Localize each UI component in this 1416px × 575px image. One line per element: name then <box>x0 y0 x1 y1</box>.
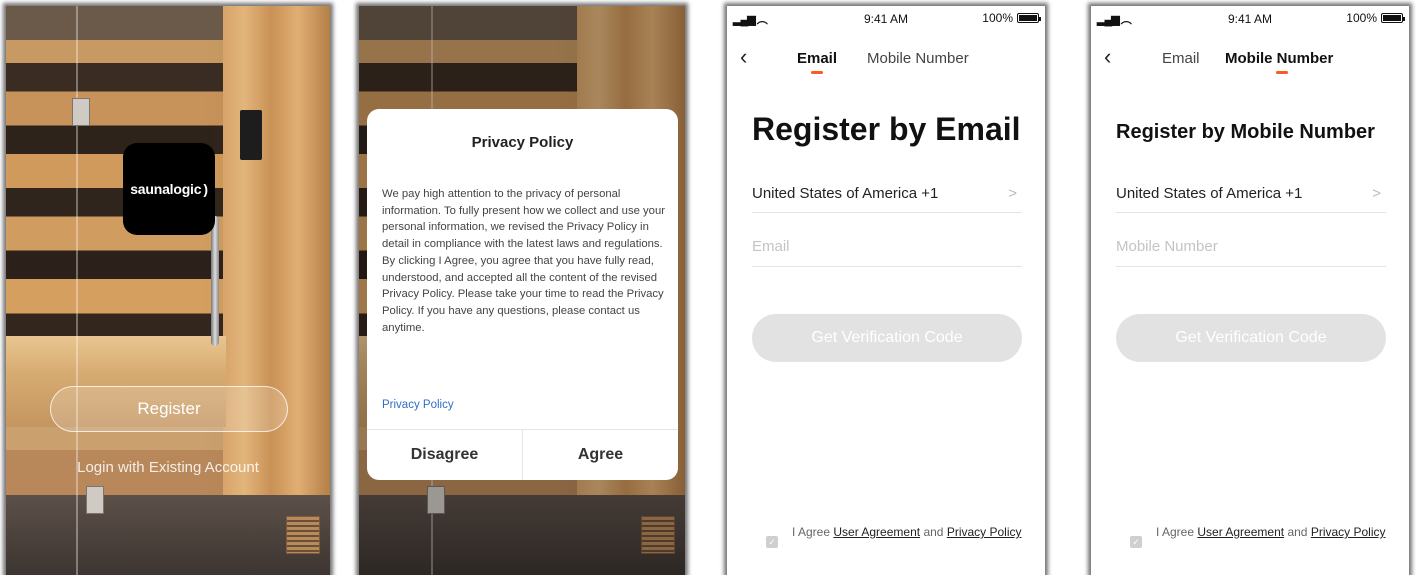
dialog-body-text: We pay high attention to the privacy of … <box>382 188 665 334</box>
user-agreement-link[interactable]: User Agreement <box>833 525 920 539</box>
get-verification-code-button[interactable]: Get Verification Code <box>752 314 1022 362</box>
privacy-policy-link[interactable]: Privacy Policy <box>947 525 1022 539</box>
back-chevron-icon[interactable]: ‹ <box>740 44 747 70</box>
user-agreement-link[interactable]: User Agreement <box>1197 525 1284 539</box>
agreement-text: I Agree User Agreement and Privacy Polic… <box>792 525 1022 539</box>
privacy-policy-dialog: Privacy Policy We pay high attention to … <box>367 109 678 480</box>
get-verification-code-button[interactable]: Get Verification Code <box>1116 314 1386 362</box>
agree-button[interactable]: Agree <box>523 430 678 480</box>
agreement-text: I Agree User Agreement and Privacy Polic… <box>1156 525 1386 539</box>
register-email-screen: ▂▄▆ ︵ 9:41 AM 100% ‹ Email Mobile Number… <box>727 6 1045 575</box>
register-button[interactable]: Register <box>50 386 288 432</box>
dialog-title: Privacy Policy <box>471 134 574 151</box>
tab-mobile-number[interactable]: Mobile Number <box>867 50 969 67</box>
status-bar: ▂▄▆ ︵ 9:41 AM 100% <box>1091 6 1409 28</box>
tab-mobile-number[interactable]: Mobile Number <box>1225 50 1333 67</box>
agree-checkbox[interactable]: ✓ <box>766 536 778 548</box>
logo-text: saunalogic) <box>130 181 208 197</box>
field-divider <box>752 212 1022 213</box>
privacy-policy-link[interactable]: Privacy Policy <box>1311 525 1386 539</box>
register-mobile-screen: ▂▄▆ ︵ 9:41 AM 100% ‹ Email Mobile Number… <box>1091 6 1409 575</box>
page-title: Register by Mobile Number <box>1116 121 1375 143</box>
chevron-right-icon: > <box>1372 185 1381 202</box>
tab-email[interactable]: Email <box>1162 50 1200 67</box>
battery-percent: 100% <box>982 11 1013 25</box>
chevron-right-icon: > <box>1008 185 1017 202</box>
country-selector[interactable]: United States of America +1 <box>752 185 938 202</box>
disagree-button[interactable]: Disagree <box>367 430 522 480</box>
login-existing-account-link[interactable]: Login with Existing Account <box>6 459 330 476</box>
agree-checkbox[interactable]: ✓ <box>1130 536 1142 548</box>
privacy-policy-link[interactable]: Privacy Policy <box>382 399 454 411</box>
back-chevron-icon[interactable]: ‹ <box>1104 44 1111 70</box>
country-selector[interactable]: United States of America +1 <box>1116 185 1302 202</box>
app-logo: saunalogic) <box>123 143 215 235</box>
page-title: Register by Email <box>752 111 1021 147</box>
field-divider <box>1116 266 1386 267</box>
privacy-screen: Privacy Policy We pay high attention to … <box>359 6 685 575</box>
battery-icon <box>1381 13 1405 23</box>
mobile-number-input[interactable]: Mobile Number <box>1116 238 1218 255</box>
battery-icon <box>1017 13 1041 23</box>
sauna-background-image <box>6 6 330 575</box>
login-screen: saunalogic) Register Login with Existing… <box>6 6 330 575</box>
active-tab-indicator <box>811 71 823 74</box>
field-divider <box>1116 212 1386 213</box>
battery-percent: 100% <box>1346 11 1377 25</box>
active-tab-indicator <box>1276 71 1288 74</box>
status-bar: ▂▄▆ ︵ 9:41 AM 100% <box>727 6 1045 28</box>
tab-email[interactable]: Email <box>797 50 837 67</box>
field-divider <box>752 266 1022 267</box>
email-input[interactable]: Email <box>752 238 790 255</box>
